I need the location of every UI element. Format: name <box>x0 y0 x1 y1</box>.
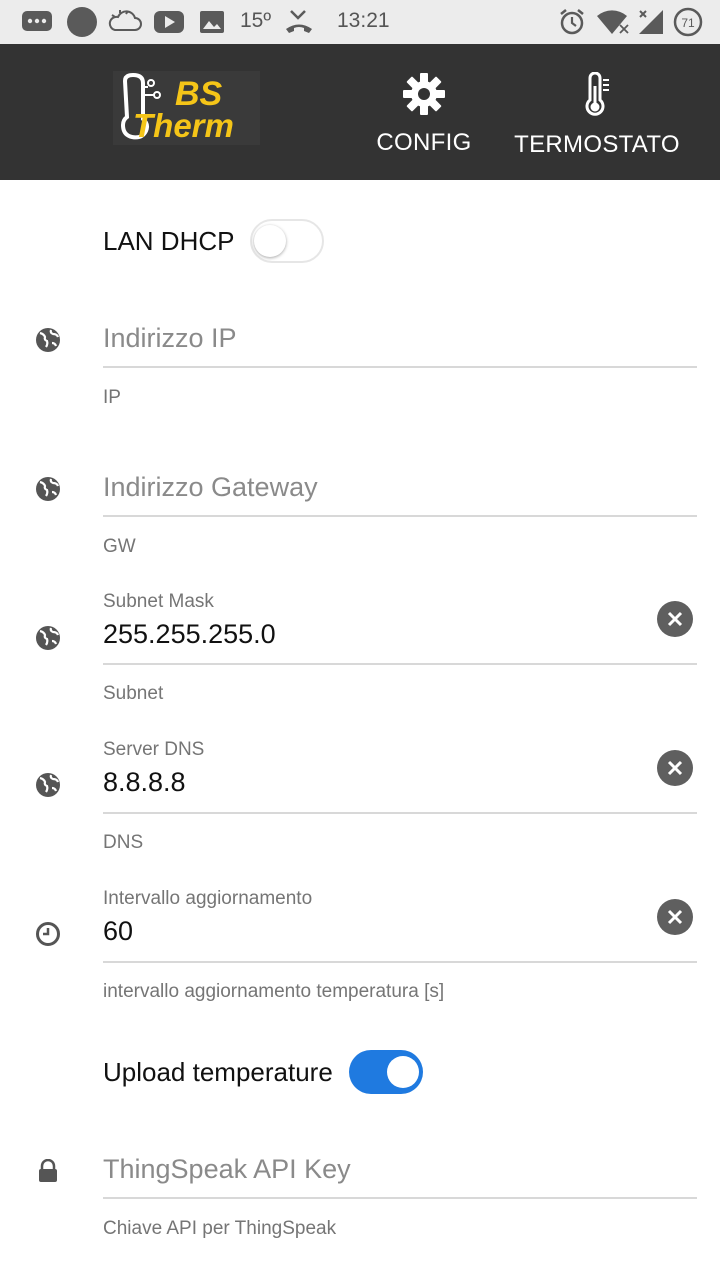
nav-termostato-label: TERMOSTATO <box>514 131 680 158</box>
battery-level: 71 <box>681 16 695 30</box>
dns-help-text: DNS <box>103 832 144 853</box>
gateway-underline <box>103 515 697 517</box>
subnet-underline <box>103 663 697 665</box>
close-icon <box>667 909 683 925</box>
signal-icon <box>637 6 665 38</box>
interval-label: Intervallo aggiornamento <box>103 888 313 909</box>
nav-config-button[interactable]: CONFIG <box>372 72 476 156</box>
globe-icon <box>35 625 61 651</box>
youtube-notification-icon <box>152 6 186 38</box>
bstherm-logo: BS Therm <box>113 71 260 145</box>
chat-notification-icon <box>20 6 54 38</box>
dns-input[interactable]: 8.8.8.8 <box>103 767 186 798</box>
subnet-help-text: Subnet <box>103 683 164 704</box>
lan-dhcp-row: LAN DHCP <box>103 216 325 266</box>
api-key-underline <box>103 1197 697 1199</box>
logo-text-therm: Therm <box>133 107 234 144</box>
app-bar: BS Therm CONFIG TERMOSTATO <box>0 44 720 180</box>
subnet-label: Subnet Mask <box>103 591 214 612</box>
upload-temperature-toggle-knob <box>386 1056 419 1088</box>
status-time: 13:21 <box>337 9 390 32</box>
thermometer-icon <box>582 71 612 123</box>
interval-input[interactable]: 60 <box>103 916 133 947</box>
alarm-icon <box>557 6 587 38</box>
interval-clear-button[interactable] <box>657 899 693 935</box>
lock-icon <box>35 1158 61 1184</box>
subnet-clear-button[interactable] <box>657 601 693 637</box>
gear-icon <box>402 72 446 121</box>
battery-icon: 71 <box>673 6 703 38</box>
interval-underline <box>103 961 697 963</box>
upload-temperature-label: Upload temperature <box>103 1056 333 1087</box>
gateway-help-text: GW <box>103 536 136 557</box>
wifi-icon <box>596 6 630 38</box>
api-key-input[interactable]: ThingSpeak API Key <box>103 1154 351 1185</box>
image-notification-icon <box>197 6 227 38</box>
weather-cloudy-icon <box>108 6 142 38</box>
upload-temperature-toggle[interactable] <box>348 1050 423 1094</box>
lan-dhcp-toggle[interactable] <box>250 219 325 263</box>
missed-call-icon <box>284 6 314 38</box>
dns-label: Server DNS <box>103 739 205 760</box>
globe-icon <box>35 476 61 502</box>
globe-icon <box>35 327 61 353</box>
ip-help-text: IP <box>103 387 121 408</box>
circle-notification-icon <box>66 6 98 38</box>
lan-dhcp-label: LAN DHCP <box>103 225 235 256</box>
close-icon <box>667 611 683 627</box>
clock-icon <box>35 921 61 947</box>
gateway-input[interactable]: Indirizzo Gateway <box>103 472 318 503</box>
interval-help-text: intervallo aggiornamento temperatura [s] <box>103 981 445 1002</box>
ip-underline <box>103 366 697 368</box>
nav-termostato-button[interactable]: TERMOSTATO <box>506 71 688 158</box>
api-key-help-text: Chiave API per ThingSpeak <box>103 1218 337 1239</box>
ip-input[interactable]: Indirizzo IP <box>103 323 237 354</box>
dns-underline <box>103 812 697 814</box>
nav-config-label: CONFIG <box>376 129 472 156</box>
status-temperature: 15º <box>240 9 272 32</box>
close-icon <box>667 760 683 776</box>
globe-icon <box>35 772 61 798</box>
subnet-input[interactable]: 255.255.255.0 <box>103 619 276 650</box>
config-form: LAN DHCP Indirizzo IP IP Indirizzo Gatew… <box>0 180 720 1280</box>
status-bar: 15º 13:21 71 <box>0 0 720 44</box>
dns-clear-button[interactable] <box>657 750 693 786</box>
upload-temperature-row: Upload temperature <box>103 1047 423 1097</box>
